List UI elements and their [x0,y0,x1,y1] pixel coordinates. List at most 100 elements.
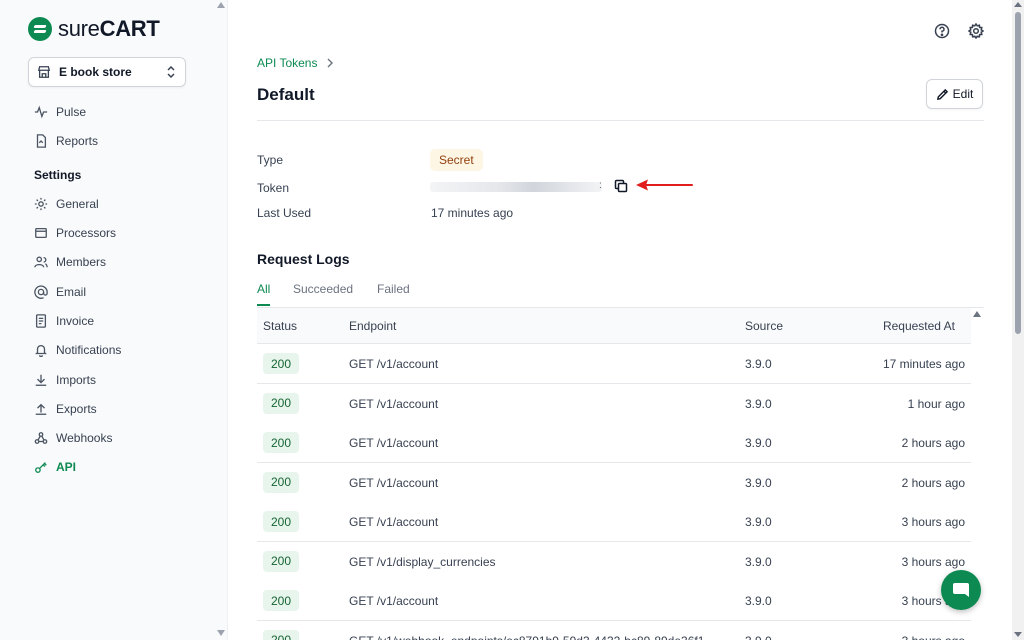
store-icon [37,66,51,78]
sidebar-item-label: Members [56,255,107,269]
sidebar-scroll-down-arrow[interactable] [217,630,225,636]
help-button[interactable] [934,23,950,39]
table-row[interactable]: 200 GET /v1/account 3.9.0 3 hours ago [257,502,971,542]
sidebar-item-imports[interactable]: Imports [34,370,96,390]
scrollbar-thumb[interactable] [1015,12,1021,334]
endpoint-cell: GET /v1/account [349,396,439,411]
endpoint-cell: GET /v1/webhook_endpoints/ec8791b9-59d3-… [349,634,704,640]
copy-token-button[interactable] [614,179,628,193]
requested-at-cell: 3 hours ago [902,634,965,640]
pencil-icon [936,88,948,100]
column-requested-at: Requested At [882,319,955,333]
settings-heading: Settings [34,168,82,182]
table-row[interactable]: 200 GET /v1/account 3.9.0 17 minutes ago [257,344,971,384]
request-logs-title: Request Logs [257,251,350,267]
sidebar-item-exports[interactable]: Exports [34,399,97,419]
sidebar-item-processors[interactable]: Processors [34,223,116,243]
sidebar-item-label: General [56,197,99,211]
sidebar-scroll-up-arrow[interactable] [217,2,225,8]
endpoint-cell: GET /v1/account [349,475,439,490]
invoice-icon [35,314,47,328]
status-badge: 200 [263,550,299,572]
reports-icon [36,134,47,148]
table-row[interactable]: 200 GET /v1/webhook_endpoints/ec8791b9-59… [257,620,971,640]
requested-at-cell: 2 hours ago [901,436,965,450]
source-cell: 3.9.0 [745,515,772,529]
sidebar-item-label: Exports [56,402,97,416]
edit-button[interactable]: Edit [926,79,983,109]
sidebar-item-api[interactable]: API [34,457,76,477]
chat-support-button[interactable] [941,570,981,610]
help-icon [934,23,950,39]
gear-icon [34,197,48,211]
sidebar-item-label: Processors [56,226,117,240]
status-badge: 200 [263,471,299,493]
members-icon [34,256,48,268]
sidebar-item-pulse[interactable]: Pulse [34,102,86,122]
store-name: E book store [59,65,132,79]
sidebar-item-general[interactable]: General [34,194,99,214]
sidebar-item-label: Imports [56,373,97,387]
sidebar-item-label: Pulse [56,105,87,119]
settings-button[interactable] [967,22,985,40]
last-used-value: 17 minutes ago [431,206,514,220]
surecart-logo[interactable]: sureCART [28,16,160,42]
status-badge: 200 [263,432,299,453]
key-icon [35,462,47,473]
edit-label: Edit [952,87,974,101]
status-badge: 200 [263,511,299,532]
sidebar-item-members[interactable]: Members [34,252,106,272]
type-badge: Secret [430,149,483,171]
sidebar-item-webhooks[interactable]: Webhooks [34,428,112,448]
column-source: Source [745,319,784,333]
annotation-arrow-icon [636,179,693,191]
store-selector[interactable]: E book store [28,57,186,87]
table-row[interactable]: 200 GET /v1/account 3.9.0 2 hours ago [257,423,971,463]
download-icon [35,374,47,386]
source-cell: 3.9.0 [745,396,772,411]
pulse-icon [34,105,48,119]
status-badge: 200 [263,392,299,414]
endpoint-cell: GET /v1/display_currencies [349,554,496,569]
token-value-masked [430,182,602,192]
tab-failed[interactable]: Failed [377,282,410,304]
scroll-up-arrow[interactable] [1014,2,1022,7]
sidebar-item-label: Webhooks [56,431,113,445]
table-scroll-up-arrow[interactable] [973,311,981,317]
tab-succeeded[interactable]: Succeeded [293,282,353,304]
breadcrumb-api-tokens-link[interactable]: API Tokens [257,56,317,70]
endpoint-cell: GET /v1/account [349,594,439,608]
requested-at-cell: 17 minutes ago [882,357,965,371]
source-cell: 3.9.0 [745,554,772,569]
requested-at-cell: 2 hours ago [901,475,965,490]
status-badge: 200 [263,629,299,640]
source-cell: 3.9.0 [745,436,772,450]
webhook-icon [34,432,48,444]
sidebar-item-email[interactable]: Email [34,282,86,302]
sidebar-item-label: Notifications [56,343,122,357]
sidebar-item-label: Email [56,285,87,299]
requested-at-cell: 3 hours ago [901,554,965,569]
endpoint-cell: GET /v1/account [349,436,439,450]
chevron-updown-icon [167,65,175,79]
breadcrumb: API Tokens [257,56,335,70]
endpoint-cell: GET /v1/account [349,357,439,371]
sidebar-item-reports[interactable]: Reports [34,131,98,151]
window-scrollbar[interactable] [1012,0,1024,640]
sidebar-item-label: API [56,460,77,474]
tab-all[interactable]: All [257,282,271,306]
sidebar-item-invoice[interactable]: Invoice [34,311,94,331]
page-title: Default [257,85,315,104]
token-overflow-mark: : [599,180,602,191]
table-row[interactable]: 200 GET /v1/account 3.9.0 3 hours ago [257,581,971,621]
sidebar-item-label: Invoice [56,314,95,328]
table-row[interactable]: 200 GET /v1/display_currencies 3.9.0 3 hour… [257,541,971,582]
bell-icon [35,344,47,357]
scroll-down-arrow[interactable] [1014,632,1022,637]
sidebar-item-notifications[interactable]: Notifications [34,340,121,360]
logo-text: sureCART [58,16,160,41]
last-used-label: Last Used [257,206,312,220]
table-row[interactable]: 200 GET /v1/account 3.9.0 2 hours ago [257,462,971,503]
sidebar-item-label: Reports [56,134,99,148]
table-row[interactable]: 200 GET /v1/account 3.9.0 1 hour ago [257,383,971,424]
